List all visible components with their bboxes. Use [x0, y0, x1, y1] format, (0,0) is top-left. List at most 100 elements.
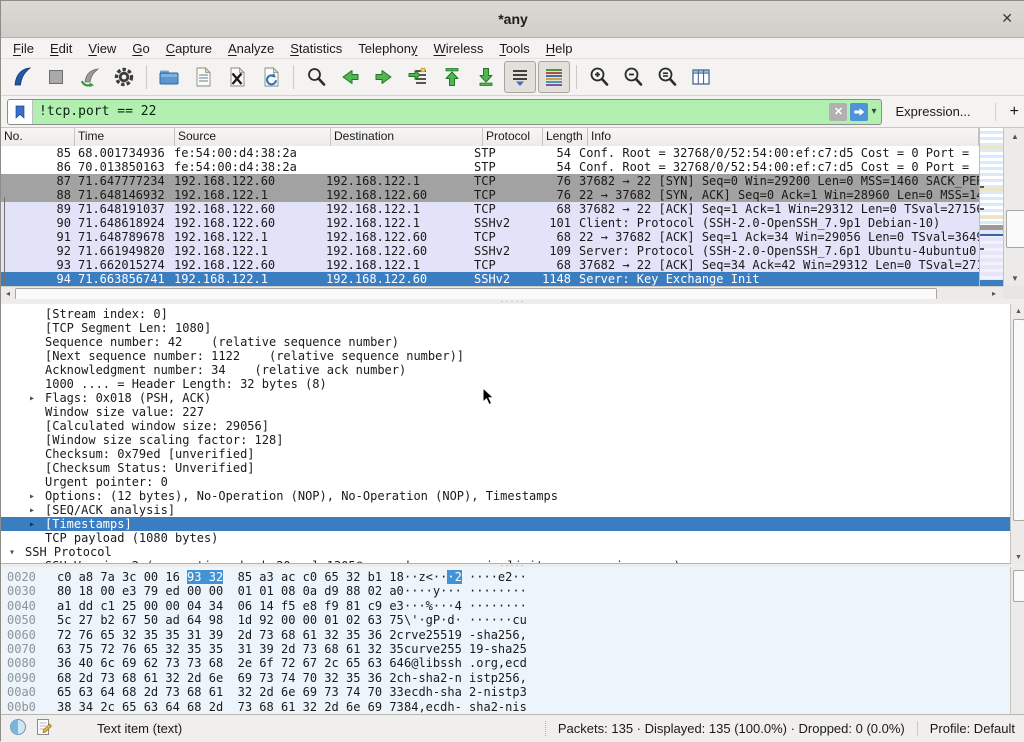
zoom-out-button[interactable]	[617, 61, 649, 93]
hex-row[interactable]: 003080 18 00 e3 79 ed 00 00 01 01 08 0a …	[1, 584, 1024, 598]
menu-item[interactable]: File	[5, 39, 42, 58]
vscrollbar-thumb[interactable]	[1006, 210, 1024, 248]
column-header-info[interactable]: Info	[588, 128, 979, 146]
column-header-protocol[interactable]: Protocol	[483, 128, 543, 146]
go-last-packet-button[interactable]	[470, 61, 502, 93]
menu-item[interactable]: View	[80, 39, 124, 58]
hex-bytes[interactable]: 38 34 2c 65 63 64 68 2d 73 68 61 32 2d 6…	[51, 700, 404, 714]
hex-ascii[interactable]: ··z<···2 ····e2··	[404, 570, 527, 584]
detail-line[interactable]: TCP payload (1080 bytes)	[1, 531, 1024, 545]
detail-line[interactable]: Sequence number: 42 (relative sequence n…	[1, 335, 1024, 349]
column-header-no[interactable]: No.	[1, 128, 75, 146]
scroll-down-icon[interactable]: ▼	[1004, 270, 1024, 286]
detail-vscrollbar[interactable]: ▲ ▼	[1010, 304, 1024, 564]
hex-ascii[interactable]: 84,ecdh- sha2-nis	[404, 700, 527, 714]
filter-history-caret-icon[interactable]: ▾	[871, 106, 876, 117]
file-open-button[interactable]	[153, 61, 185, 93]
hex-bytes[interactable]: a1 dd c1 25 00 00 04 34 06 14 f5 e8 f9 8…	[51, 599, 404, 613]
detail-line[interactable]: [Window size scaling factor: 128]	[1, 433, 1024, 447]
hex-row[interactable]: 007063 75 72 76 65 32 35 35 31 39 2d 73 …	[1, 642, 1024, 656]
packet-row[interactable]: 92 71.661949820 192.168.122.1 192.168.12…	[1, 244, 979, 258]
status-profile[interactable]: Profile: Default	[917, 721, 1015, 736]
menu-item[interactable]: Help	[538, 39, 581, 58]
packet-row[interactable]: 85 68.001734936 fe:54:00:d4:38:2a STP 54…	[1, 146, 979, 160]
file-save-button[interactable]	[187, 61, 219, 93]
filter-add-button[interactable]: +	[995, 103, 1019, 121]
hex-bytes[interactable]: 80 18 00 e3 79 ed 00 00 01 01 08 0a d9 8…	[51, 584, 404, 598]
find-packet-button[interactable]	[300, 61, 332, 93]
hex-row[interactable]: 009068 2d 73 68 61 32 2d 6e 69 73 74 70 …	[1, 671, 1024, 685]
close-icon[interactable]: ✕	[1001, 10, 1013, 27]
expression-button[interactable]: Expression...	[896, 104, 971, 119]
detail-line[interactable]: ▸ [Timestamps]	[1, 517, 1024, 531]
column-header-length[interactable]: Length	[543, 128, 588, 146]
detail-line[interactable]: ▸ [SEQ/ACK analysis]	[1, 503, 1024, 517]
detail-line[interactable]: ▸ Flags: 0x018 (PSH, ACK)	[1, 391, 1024, 405]
scroll-up-icon[interactable]: ▲	[1004, 128, 1024, 144]
capture-start-button[interactable]	[6, 61, 38, 93]
menu-item[interactable]: Statistics	[282, 39, 350, 58]
hex-row[interactable]: 008036 40 6c 69 62 73 73 68 2e 6f 72 67 …	[1, 656, 1024, 670]
packet-row[interactable]: 93 71.662015274 192.168.122.60 192.168.1…	[1, 258, 979, 272]
expander-icon[interactable]: ▸	[29, 519, 45, 530]
hex-bytes[interactable]: 68 2d 73 68 61 32 2d 6e 69 73 74 70 32 3…	[51, 671, 404, 685]
hex-ascii[interactable]: ····y··· ········	[404, 584, 527, 598]
menu-item[interactable]: Capture	[158, 39, 220, 58]
column-header-time[interactable]: Time	[75, 128, 175, 146]
expander-icon[interactable]: ▾	[9, 547, 25, 558]
hex-bytes[interactable]: 72 76 65 32 35 35 31 39 2d 73 68 61 32 3…	[51, 628, 404, 642]
hex-scroll-thumb[interactable]	[1013, 570, 1024, 602]
hex-row[interactable]: 00a065 63 64 68 2d 73 68 61 32 2d 6e 69 …	[1, 685, 1024, 699]
colorize-toggle-button[interactable]	[538, 61, 570, 93]
filter-clear-button[interactable]: ✕	[829, 103, 847, 121]
menu-item[interactable]: Wireless	[426, 39, 492, 58]
hex-bytes[interactable]: 65 63 64 68 2d 73 68 61 32 2d 6e 69 73 7…	[51, 685, 404, 699]
menu-item[interactable]: Telephony	[350, 39, 425, 58]
packet-row[interactable]: 94 71.663856741 192.168.122.1 192.168.12…	[1, 272, 979, 286]
detail-line[interactable]: [TCP Segment Len: 1080]	[1, 321, 1024, 335]
detail-line[interactable]: ▾ SSH Protocol	[1, 545, 1024, 559]
capture-comment-icon[interactable]	[35, 718, 53, 739]
hex-ascii[interactable]: ···%···4 ········	[404, 599, 527, 613]
capture-stop-button[interactable]	[40, 61, 72, 93]
packet-row[interactable]: 90 71.648618924 192.168.122.60 192.168.1…	[1, 216, 979, 230]
menu-item[interactable]: Tools	[491, 39, 537, 58]
expander-icon[interactable]: ▸	[29, 393, 45, 404]
capture-options-button[interactable]	[108, 61, 140, 93]
detail-line[interactable]: [Calculated window size: 29056]	[1, 419, 1024, 433]
hex-ascii[interactable]: rve25519 -sha256,	[404, 628, 527, 642]
resize-columns-button[interactable]	[685, 61, 717, 93]
hex-row[interactable]: 0020c0 a8 7a 3c 00 16 93 32 85 a3 ac c0 …	[1, 570, 1024, 584]
detail-scroll-thumb[interactable]	[1013, 319, 1024, 521]
go-first-packet-button[interactable]	[436, 61, 468, 93]
packet-row[interactable]: 86 70.013850163 fe:54:00:d4:38:2a STP 54…	[1, 160, 979, 174]
hex-bytes[interactable]: 63 75 72 76 65 32 35 35 31 39 2d 73 68 6…	[51, 642, 404, 656]
go-to-packet-button[interactable]	[402, 61, 434, 93]
scroll-up-icon[interactable]: ▲	[1011, 304, 1024, 318]
scroll-down-icon[interactable]: ▼	[1011, 550, 1024, 564]
menu-item[interactable]: Edit	[42, 39, 80, 58]
capture-restart-button[interactable]	[74, 61, 106, 93]
autoscroll-toggle-button[interactable]	[504, 61, 536, 93]
zoom-in-button[interactable]	[583, 61, 615, 93]
detail-line[interactable]: 1000 .... = Header Length: 32 bytes (8)	[1, 377, 1024, 391]
packet-row[interactable]: 91 71.648789678 192.168.122.1 192.168.12…	[1, 230, 979, 244]
detail-line[interactable]: ▸ Options: (12 bytes), No-Operation (NOP…	[1, 489, 1024, 503]
expander-icon[interactable]: ▸	[29, 491, 45, 502]
hex-bytes[interactable]: c0 a8 7a 3c 00 16 93 32 85 a3 ac c0 65 3…	[51, 570, 404, 584]
hex-row[interactable]: 00505c 27 b2 67 50 ad 64 98 1d 92 00 00 …	[1, 613, 1024, 627]
detail-line[interactable]: [Stream index: 0]	[1, 307, 1024, 321]
hex-ascii[interactable]: curve255 19-sha25	[404, 642, 527, 656]
intelligent-scrollbar-minimap[interactable]	[979, 128, 1003, 286]
go-back-button[interactable]	[334, 61, 366, 93]
titlebar[interactable]: *any ✕	[1, 1, 1024, 38]
file-reload-button[interactable]	[255, 61, 287, 93]
detail-line[interactable]: Checksum: 0x79ed [unverified]	[1, 447, 1024, 461]
hex-vscrollbar[interactable]	[1010, 567, 1024, 714]
menu-item[interactable]: Go	[124, 39, 157, 58]
filter-value[interactable]: !tcp.port == 22	[33, 104, 829, 119]
detail-line[interactable]: Urgent pointer: 0	[1, 475, 1024, 489]
packet-row[interactable]: 87 71.647777234 192.168.122.60 192.168.1…	[1, 174, 979, 188]
packet-row[interactable]: 89 71.648191037 192.168.122.60 192.168.1…	[1, 202, 979, 216]
hex-bytes[interactable]: 5c 27 b2 67 50 ad 64 98 1d 92 00 00 01 0…	[51, 613, 404, 627]
